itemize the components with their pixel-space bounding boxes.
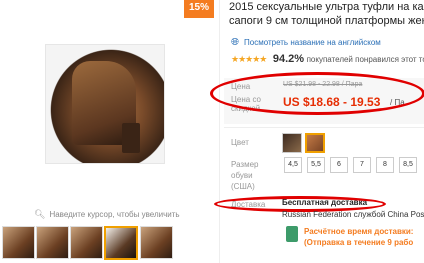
- column-divider: [219, 0, 220, 263]
- size-label-3: (США): [231, 182, 255, 191]
- thumbnail-5[interactable]: [140, 226, 173, 259]
- thumbnail-4-selected[interactable]: [104, 226, 138, 260]
- delivery-estimate-line-1: Расчётное время доставки:: [304, 227, 414, 236]
- size-option[interactable]: 8: [376, 157, 394, 173]
- color-label: Цвет: [231, 138, 249, 147]
- divider: [224, 127, 424, 128]
- size-option[interactable]: 5,5: [307, 157, 325, 173]
- delivery-estimate-line-2: (Отправка в течение 9 рабо: [304, 238, 414, 247]
- discount-badge: 15%: [184, 0, 214, 18]
- title-line-1: 2015 сексуальные ультра туфли на каб: [229, 1, 424, 13]
- delivery-icon: [286, 226, 298, 242]
- translate-link-text: Посмотреть название на английском: [244, 38, 381, 47]
- title-line-2: сапоги 9 см толщиной платформы жен: [229, 15, 424, 27]
- size-option[interactable]: 7: [353, 157, 371, 173]
- zoom-hint-text: Наведите курсор, чтобы увеличить: [49, 210, 180, 219]
- color-swatch-dark[interactable]: [282, 133, 302, 153]
- size-option[interactable]: 8,5: [399, 157, 417, 173]
- translate-link[interactable]: 🌐︎ Посмотреть название на английском: [231, 37, 381, 48]
- zoom-hint: 🔍︎ Наведите курсор, чтобы увеличить: [34, 209, 180, 220]
- star-rating-icon: ★★★★★: [231, 54, 267, 64]
- size-option[interactable]: 4,5: [284, 157, 302, 173]
- size-option[interactable]: 6: [330, 157, 348, 173]
- color-swatch-brown-selected[interactable]: [305, 133, 325, 153]
- product-title[interactable]: 2015 сексуальные ультра туфли на каб сап…: [229, 0, 424, 28]
- thumbnail-1[interactable]: [2, 226, 35, 259]
- translate-icon: 🌐︎: [231, 37, 239, 48]
- main-product-image[interactable]: [45, 44, 165, 164]
- shipping-method[interactable]: Russian Federation службой China Pos: [282, 210, 424, 219]
- thumbnail-3[interactable]: [70, 226, 103, 259]
- search-icon: 🔍︎: [34, 209, 46, 219]
- size-label-1: Размер: [231, 160, 259, 169]
- size-label-2: обуви: [231, 171, 253, 180]
- price-highlight-oval: [210, 72, 424, 115]
- rating-row: ★★★★★ 94.2% покупателей понравился этот …: [231, 53, 424, 65]
- thumbnail-2[interactable]: [36, 226, 69, 259]
- delivery-estimate: Расчётное время доставки: (Отправка в те…: [304, 226, 413, 248]
- rating-text: покупателей понравился этот товар: [306, 55, 424, 64]
- rating-percent: 94.2%: [272, 53, 305, 65]
- thumbnail-strip: [0, 226, 175, 263]
- boot-heel: [122, 123, 140, 153]
